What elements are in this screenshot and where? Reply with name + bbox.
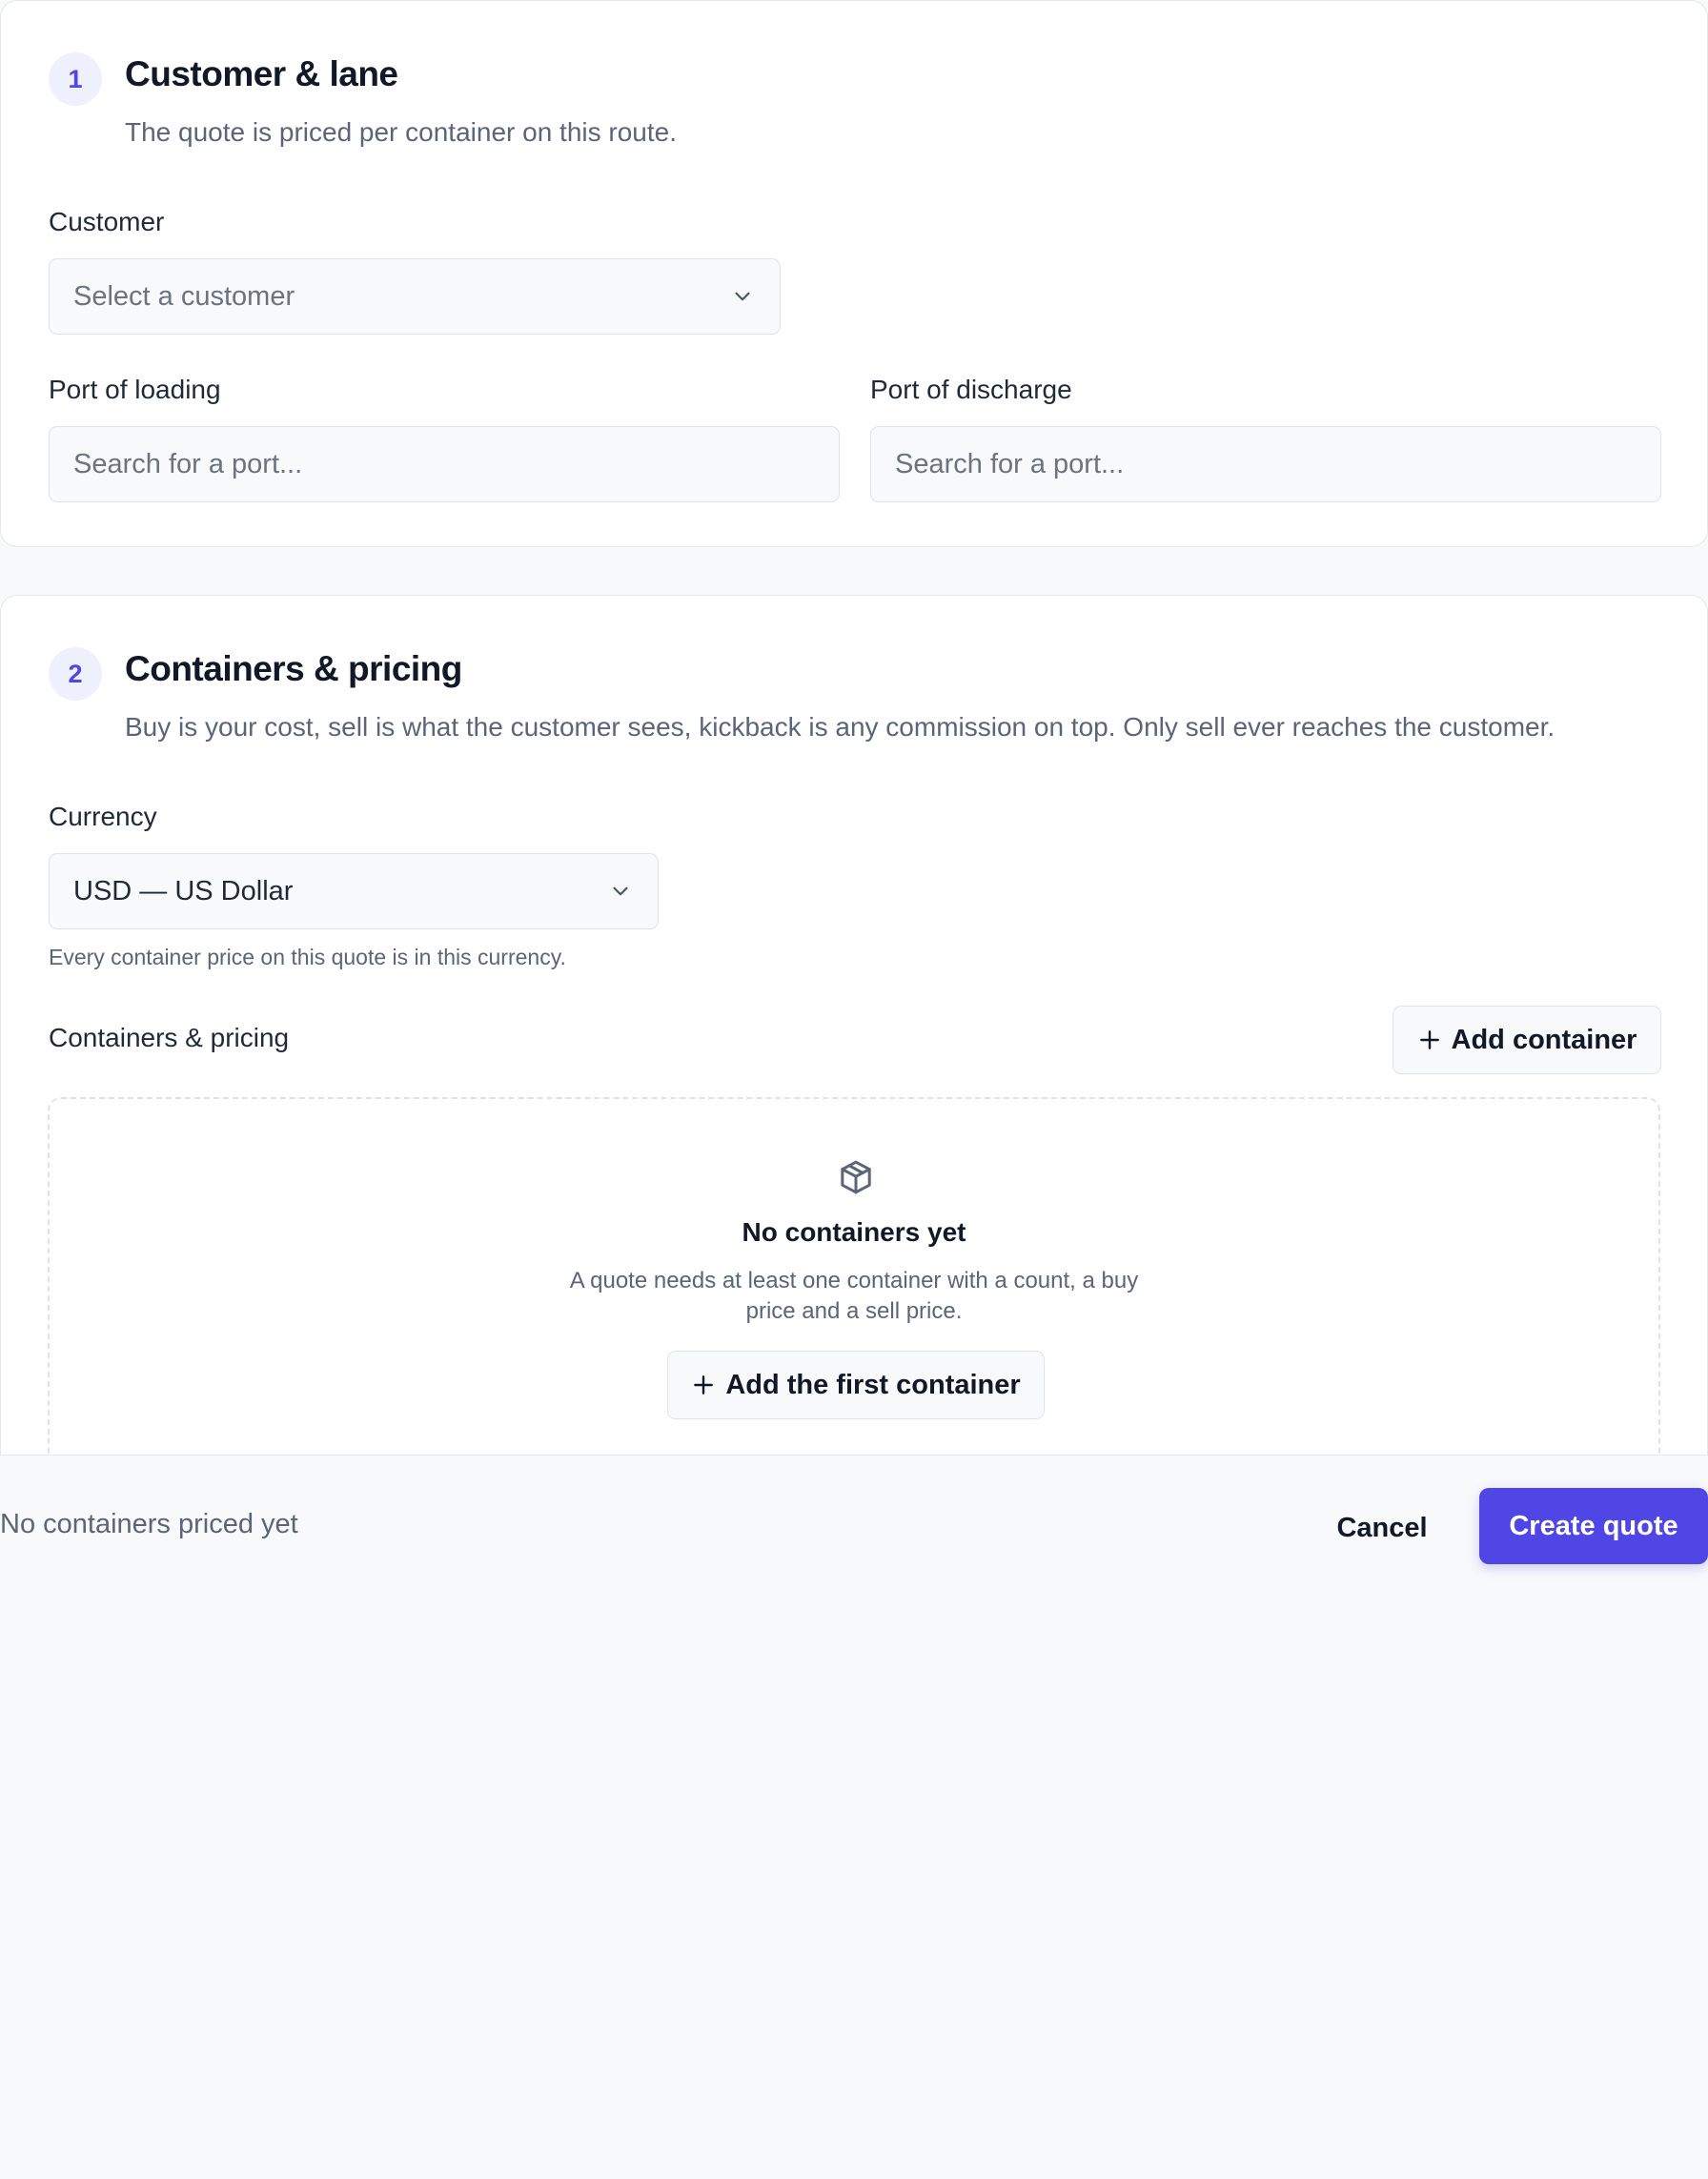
port-of-discharge-label: Port of discharge <box>870 375 1072 404</box>
port-of-discharge-input[interactable]: Search for a port... <box>870 426 1661 502</box>
section-description: The quote is priced per container on thi… <box>125 117 678 147</box>
empty-state-text-line2: price and a sell price. <box>745 1298 963 1324</box>
page: 1 Customer & lane The quote is priced pe… <box>0 0 1708 2179</box>
customer-lane-card: 1 Customer & lane The quote is priced pe… <box>0 0 1708 547</box>
port-of-loading-label: Port of loading <box>49 375 221 404</box>
section-title-customer-lane: Customer & lane <box>125 54 398 93</box>
plus-icon <box>1419 1030 1439 1049</box>
add-container-label: Add container <box>1451 1024 1637 1055</box>
customer-label: Customer <box>49 207 165 236</box>
step-badge-2: 2 <box>49 647 102 701</box>
customer-select-placeholder: Select a customer <box>73 280 295 312</box>
section-description: Buy is your cost, sell is what the custo… <box>125 712 1556 742</box>
empty-state-title: No containers yet <box>742 1217 966 1247</box>
port-of-discharge-placeholder: Search for a port... <box>895 448 1125 479</box>
create-quote-button[interactable]: Create quote <box>1479 1488 1708 1564</box>
add-container-button[interactable]: Add container <box>1393 1006 1661 1074</box>
port-of-loading-placeholder: Search for a port... <box>73 448 303 479</box>
currency-help-text: Every container price on this quote is i… <box>49 945 566 969</box>
currency-select-value: USD — US Dollar <box>73 875 294 906</box>
port-of-loading-input[interactable]: Search for a port... <box>49 426 840 502</box>
plus-icon <box>694 1375 714 1395</box>
add-first-container-label: Add the first container <box>725 1369 1021 1400</box>
section-title-containers-pricing: Containers & pricing <box>125 649 462 688</box>
chevron-down-icon <box>735 292 750 301</box>
containers-pricing-label: Containers & pricing <box>49 1023 290 1052</box>
currency-label: Currency <box>49 802 157 831</box>
empty-state-text-line1: A quote needs at least one container wit… <box>569 1268 1139 1293</box>
package-icon <box>841 1160 871 1194</box>
footer-action-bar: No containers priced yet Cancel Create q… <box>0 1455 1708 2179</box>
footer-status-text: No containers priced yet <box>0 1509 298 1539</box>
currency-select[interactable]: USD — US Dollar <box>49 853 659 929</box>
containers-empty-state: No containers yet A quote needs at least… <box>48 1097 1660 1459</box>
chevron-down-icon <box>613 886 628 896</box>
add-first-container-button[interactable]: Add the first container <box>667 1351 1045 1419</box>
cancel-button[interactable]: Cancel <box>1315 1490 1449 1566</box>
step-badge-1: 1 <box>49 52 102 106</box>
customer-select[interactable]: Select a customer <box>49 258 781 335</box>
